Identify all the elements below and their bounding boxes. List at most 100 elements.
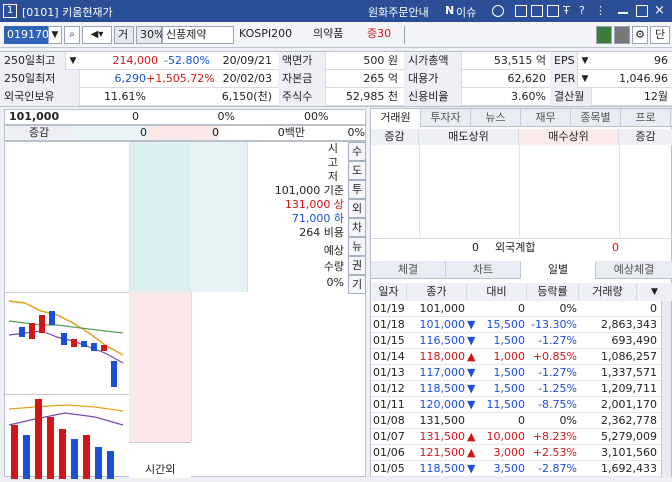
daily-date: 01/07 bbox=[373, 430, 405, 443]
daily-scrollbar[interactable] bbox=[661, 301, 671, 478]
single-button[interactable]: 단 bbox=[650, 26, 670, 44]
tab-daily[interactable]: 일별 bbox=[521, 261, 596, 279]
vtab-do[interactable]: 도 bbox=[348, 161, 366, 180]
tab-finance[interactable]: 재무 bbox=[521, 109, 571, 127]
daily-row[interactable]: 01/11 120,000 ▼ 11,500 -8.75% 2,001,170 bbox=[371, 397, 663, 413]
link-icon[interactable] bbox=[492, 5, 504, 17]
grid-icon[interactable] bbox=[614, 26, 630, 44]
daily-close: 101,000 bbox=[419, 318, 466, 331]
daily-header: 일자 종가 대비 등락률 거래량 ▼ bbox=[371, 283, 672, 301]
info-row: 외국인보유 11.61% 6,150(천) 주식수 52,985 천 신용비율 … bbox=[0, 88, 672, 106]
daily-table: 01/19 101,000 0 0% 0 01/18 101,000 ▼ 15,500 -13.3… bbox=[371, 301, 672, 478]
settings-icon[interactable]: ⚙ bbox=[632, 26, 648, 44]
daily-close: 121,500 bbox=[419, 446, 466, 459]
mini-volume-chart[interactable] bbox=[5, 394, 129, 479]
daily-vol: 1,337,571 bbox=[601, 366, 657, 379]
daily-rate: -2.87% bbox=[538, 462, 577, 475]
daily-row[interactable]: 01/06 121,500 ▲ 3,000 +2.53% 3,101,560 bbox=[371, 445, 663, 461]
stock-name-field[interactable]: 신풍제약 bbox=[162, 26, 234, 44]
right-panel: 거래원 투자자 뉴스 재무 종목별 프로 증감 매도상위 매수상위 증감 0 외… bbox=[370, 108, 672, 478]
mini-price-chart[interactable] bbox=[5, 292, 129, 392]
daily-close: 118,500 bbox=[419, 462, 466, 475]
vtab-news[interactable]: 뉴 bbox=[348, 237, 366, 256]
stock-code-input[interactable]: 019170 bbox=[4, 26, 49, 44]
vtab-other[interactable]: 기 bbox=[348, 275, 366, 294]
broker-table bbox=[371, 145, 672, 239]
candlestick-chart bbox=[8, 300, 124, 387]
daily-chg: 15,500 bbox=[486, 318, 526, 331]
more-icon[interactable]: ⋮ bbox=[595, 5, 607, 17]
window-c-icon[interactable] bbox=[547, 5, 559, 17]
daily-chg: 3,500 bbox=[493, 462, 526, 475]
after-hours-label: 시간외 bbox=[145, 463, 176, 476]
tab-program[interactable]: 프로 bbox=[621, 109, 671, 127]
window-b-icon[interactable] bbox=[531, 5, 543, 17]
daily-row[interactable]: 01/05 118,500 ▼ 3,500 -2.87% 1,692,433 bbox=[371, 461, 663, 477]
vtab-sell[interactable]: 수 bbox=[348, 142, 366, 161]
search-icon[interactable]: ⌕ bbox=[64, 26, 80, 44]
vtab-foreign[interactable]: 외 bbox=[348, 199, 366, 218]
help-icon[interactable]: ? bbox=[579, 5, 591, 17]
tab-news[interactable]: 뉴스 bbox=[471, 109, 521, 127]
daily-tabs: 체결 차트 일별 예상체결 bbox=[371, 261, 672, 279]
margin-label: 증30 bbox=[367, 27, 392, 40]
margin-ratio-badge: 30% bbox=[136, 26, 164, 44]
daily-row[interactable]: 01/18 101,000 ▼ 15,500 -13.30% 2,863,343 bbox=[371, 317, 663, 333]
daily-close: 131,500 bbox=[419, 430, 466, 443]
tab-by-stock[interactable]: 종목별 bbox=[571, 109, 621, 127]
won-order-guide-link[interactable]: 원화주문안내 bbox=[368, 4, 429, 20]
stock-info-grid: 250일최고 ▼ 214,000 -52.80% 20/09/21 액면가 50… bbox=[0, 51, 672, 107]
dropdown-icon[interactable]: ▼ bbox=[578, 70, 592, 88]
code-dropdown-icon[interactable]: ▼ bbox=[48, 26, 62, 44]
orderbook-panel: 시 고 저 101,000 기준 131,000 상 71,000 하 264 … bbox=[4, 141, 366, 479]
daily-row[interactable]: 01/13 117,000 ▼ 1,500 -1.27% 1,337,571 bbox=[371, 365, 663, 381]
daily-close: 120,000 bbox=[419, 398, 466, 411]
daily-chg: 1,000 bbox=[493, 350, 526, 363]
daily-close: 118,500 bbox=[419, 382, 466, 395]
close-icon[interactable]: × bbox=[654, 4, 666, 17]
daily-rate: -13.30% bbox=[531, 318, 577, 331]
issue-link[interactable]: 이슈 bbox=[456, 4, 476, 20]
daily-rate: -1.27% bbox=[538, 366, 577, 379]
tab-chart[interactable]: 차트 bbox=[446, 261, 521, 279]
daily-date: 01/19 bbox=[373, 302, 405, 315]
daily-chg: 1,500 bbox=[493, 366, 526, 379]
sell-price-column bbox=[191, 142, 247, 292]
daily-vol: 2,001,170 bbox=[601, 398, 657, 411]
tab-broker[interactable]: 거래원 bbox=[371, 109, 421, 127]
minimize-icon[interactable] bbox=[618, 6, 628, 14]
daily-close: 117,000 bbox=[419, 366, 466, 379]
buy-price-column bbox=[129, 292, 191, 442]
daily-row[interactable]: 01/14 118,000 ▲ 1,000 +0.85% 1,086,257 bbox=[371, 349, 663, 365]
daily-vol: 1,692,433 bbox=[601, 462, 657, 475]
news-n-icon[interactable]: N bbox=[445, 4, 454, 17]
vtab-rights[interactable]: 권 bbox=[348, 256, 366, 275]
broker-header: 증감 매도상위 매수상위 증감 bbox=[371, 129, 672, 145]
daily-row[interactable]: 01/07 131,500 ▲ 10,000 +8.23% 5,279,009 bbox=[371, 429, 663, 445]
daily-row[interactable]: 01/12 118,500 ▼ 1,500 -1.25% 1,209,711 bbox=[371, 381, 663, 397]
vtab-chart[interactable]: 차 bbox=[348, 218, 366, 237]
daily-date: 01/15 bbox=[373, 334, 405, 347]
daily-close: 116,500 bbox=[419, 334, 466, 347]
maximize-icon[interactable] bbox=[636, 5, 648, 17]
daily-row[interactable]: 01/08 131,500 0 0% 2,362,778 bbox=[371, 413, 663, 429]
sound-icon[interactable]: ◀▾ bbox=[82, 26, 112, 44]
dropdown-icon[interactable]: ▼ bbox=[578, 52, 592, 70]
info-row: 250일최고 ▼ 214,000 -52.80% 20/09/21 액면가 50… bbox=[0, 52, 672, 70]
sort-dropdown-icon[interactable]: ▼ bbox=[637, 283, 672, 301]
daily-chg: 1,500 bbox=[493, 382, 526, 395]
daily-rate: +0.85% bbox=[532, 350, 577, 363]
tab-investor[interactable]: 투자자 bbox=[421, 109, 471, 127]
sell-quantity-column bbox=[129, 142, 191, 292]
vtab-invest[interactable]: 투 bbox=[348, 180, 366, 199]
tab-trades[interactable]: 체결 bbox=[371, 261, 446, 279]
window-a-icon[interactable] bbox=[515, 5, 527, 17]
daily-date: 01/05 bbox=[373, 462, 405, 475]
chart-icon[interactable] bbox=[596, 26, 612, 44]
daily-row[interactable]: 01/19 101,000 0 0% 0 bbox=[371, 301, 663, 317]
daily-row[interactable]: 01/15 116,500 ▼ 1,500 -1.27% 693,490 bbox=[371, 333, 663, 349]
daily-date: 01/13 bbox=[373, 366, 405, 379]
dropdown-icon[interactable]: ▼ bbox=[66, 52, 80, 70]
tab-expected[interactable]: 예상체결 bbox=[596, 261, 672, 279]
daily-chg: 0 bbox=[518, 302, 525, 315]
